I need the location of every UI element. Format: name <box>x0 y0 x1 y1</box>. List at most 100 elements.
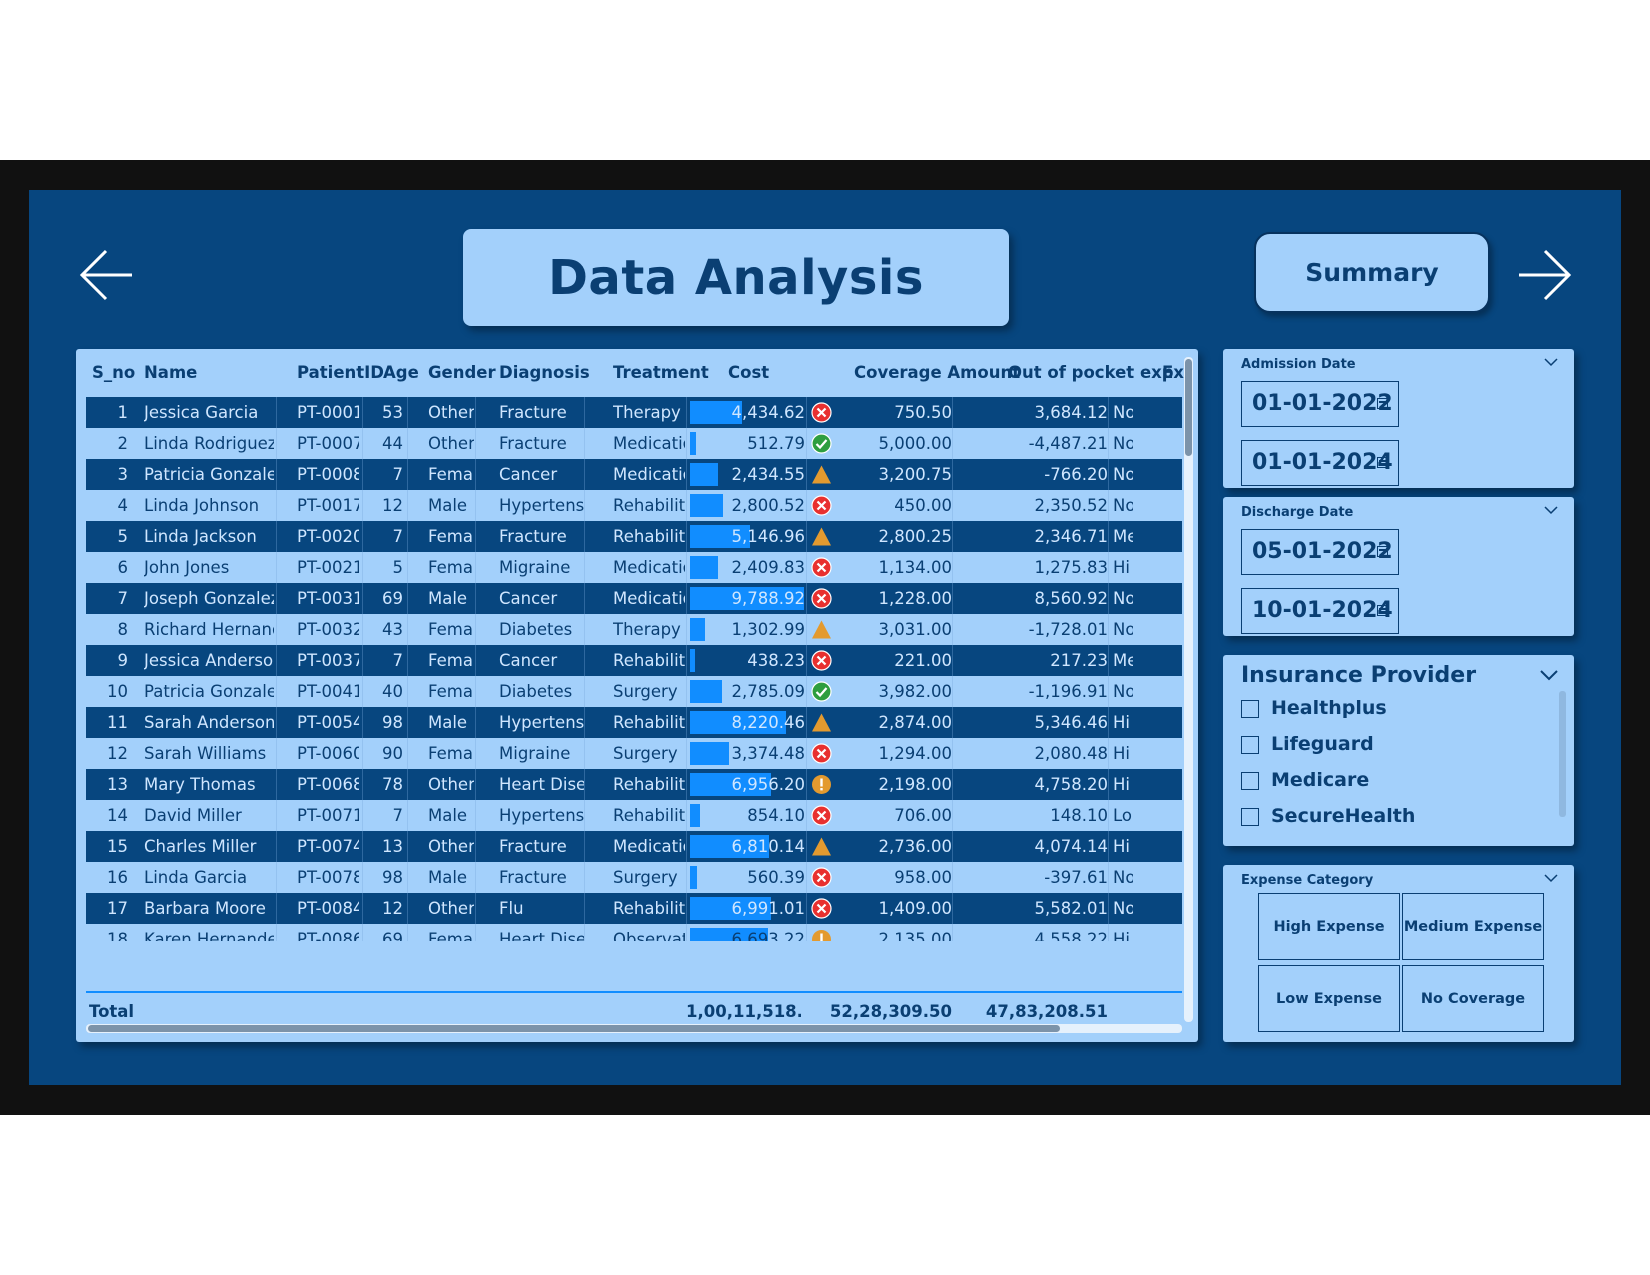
vertical-scrollbar[interactable] <box>1184 357 1193 1022</box>
column-separator <box>952 893 953 924</box>
column-separator <box>276 645 277 676</box>
table-row[interactable]: 3 Patricia Gonzalez PT-0008 7 Female Cancer Me… <box>86 459 1182 490</box>
cell-out-of-pocket: 4,558.22 <box>1034 930 1108 941</box>
column-separator <box>276 614 277 645</box>
cell-patient-id: PT-0037 <box>297 651 359 670</box>
column-header-patientid[interactable]: PatientID <box>297 363 384 382</box>
expense-tile-high[interactable]: High Expense <box>1258 893 1400 960</box>
cell-age: 40 <box>382 682 403 701</box>
column-header-coverage[interactable]: Coverage Amount <box>854 363 1020 382</box>
chevron-down-icon[interactable] <box>1540 669 1558 681</box>
column-separator <box>407 707 408 738</box>
total-label: Total <box>89 1002 135 1021</box>
table-row[interactable]: 5 Linda Jackson PT-0020 7 Female Fracture Reha… <box>86 521 1182 552</box>
table-row[interactable]: 14 David Miller PT-0071 7 Male Hypertension Re… <box>86 800 1182 831</box>
calendar-icon[interactable] <box>1377 546 1388 557</box>
cell-gender: Female <box>428 682 474 701</box>
cell-sno: 10 <box>107 682 128 701</box>
column-header-age[interactable]: Age <box>383 363 419 382</box>
insurance-scrollbar[interactable] <box>1559 691 1566 817</box>
expense-tile-no-coverage[interactable]: No Coverage <box>1402 965 1544 1032</box>
insurance-option-label: SecureHealth <box>1271 805 1416 827</box>
table-row[interactable]: 9 Jessica Anderson PT-0037 7 Female Cancer Reh… <box>86 645 1182 676</box>
table-row[interactable]: 6 John Jones PT-0021 5 Female Migraine Medicat… <box>86 552 1182 583</box>
cell-sno: 6 <box>117 558 129 577</box>
expense-tile-medium[interactable]: Medium Expense <box>1402 893 1544 960</box>
column-separator <box>1108 862 1109 893</box>
chevron-down-icon[interactable] <box>1544 505 1558 515</box>
horizontal-scroll-thumb[interactable] <box>88 1025 1060 1032</box>
column-separator <box>276 428 277 459</box>
error-x-icon <box>811 495 832 516</box>
table-row[interactable]: 13 Mary Thomas PT-0068 78 Other Heart Disease… <box>86 769 1182 800</box>
table-row[interactable]: 4 Linda Johnson PT-0017 12 Male Hypertension R… <box>86 490 1182 521</box>
column-separator <box>806 552 807 583</box>
column-separator <box>584 645 585 676</box>
cell-patient-id: PT-0068 <box>297 775 359 794</box>
column-separator <box>276 583 277 614</box>
admission-date-title: Admission Date <box>1241 357 1356 372</box>
error-x-icon <box>811 588 832 609</box>
arrow-left-icon[interactable] <box>76 245 136 305</box>
column-separator <box>1108 552 1109 583</box>
column-header-cost[interactable]: Cost <box>728 363 769 382</box>
column-header-oop[interactable]: Out of pocket exp <box>1008 363 1174 382</box>
expense-category-title: Expense Category <box>1241 873 1374 888</box>
column-separator <box>806 862 807 893</box>
table-row[interactable]: 17 Barbara Moore PT-0084 12 Other Flu Rehabili… <box>86 893 1182 924</box>
table-row[interactable]: 12 Sarah Williams PT-0060 90 Female Migraine S… <box>86 738 1182 769</box>
column-separator <box>584 893 585 924</box>
calendar-icon[interactable] <box>1377 605 1388 616</box>
discharge-end-date-input[interactable]: 10-01-2024 <box>1241 588 1399 634</box>
cell-patient-id: PT-0086 <box>297 930 359 941</box>
column-header-treatment[interactable]: Treatment <box>613 363 709 382</box>
column-separator <box>407 893 408 924</box>
cell-expense-category: Hi <box>1113 837 1130 856</box>
column-separator <box>584 490 585 521</box>
checkbox[interactable] <box>1241 736 1259 754</box>
checkbox[interactable] <box>1241 808 1259 826</box>
arrow-right-icon[interactable] <box>1515 245 1575 305</box>
column-separator <box>362 428 363 459</box>
cell-expense-category: Hi <box>1113 775 1130 794</box>
check-circle-icon <box>811 433 832 454</box>
calendar-icon[interactable] <box>1377 457 1388 468</box>
table-row[interactable]: 2 Linda Rodriguez PT-0007 44 Other Fracture Me… <box>86 428 1182 459</box>
column-separator <box>952 583 953 614</box>
column-header-ex[interactable]: Ex <box>1162 363 1184 382</box>
checkbox[interactable] <box>1241 700 1259 718</box>
table-row[interactable]: 7 Joseph Gonzalez PT-0031 69 Male Cancer Medic… <box>86 583 1182 614</box>
cell-out-of-pocket: 2,080.48 <box>1034 744 1108 763</box>
table-row[interactable]: 15 Charles Miller PT-0074 13 Other Fracture Me… <box>86 831 1182 862</box>
error-x-icon <box>811 867 832 888</box>
column-separator <box>475 521 476 552</box>
error-x-icon <box>811 650 832 671</box>
expense-tile-low[interactable]: Low Expense <box>1258 965 1400 1032</box>
table-row[interactable]: 8 Richard Hernandez PT-0032 43 Female Diabete… <box>86 614 1182 645</box>
chevron-down-icon[interactable] <box>1544 357 1558 367</box>
vertical-scroll-thumb[interactable] <box>1185 359 1192 456</box>
cell-age: 7 <box>392 465 404 484</box>
column-separator <box>407 738 408 769</box>
column-separator <box>475 924 476 941</box>
table-header: S_no Name PatientID Age Gender Diagnosis… <box>76 349 1184 397</box>
column-header-gender[interactable]: Gender <box>428 363 496 382</box>
column-header-diagnosis[interactable]: Diagnosis <box>499 363 590 382</box>
summary-button[interactable]: Summary <box>1254 232 1490 313</box>
chevron-down-icon[interactable] <box>1544 873 1558 883</box>
admission-start-date-input[interactable]: 01-01-2022 <box>1241 381 1399 427</box>
table-row[interactable]: 18 Karen Hernandez PT-0086 69 Female Heart Di… <box>86 924 1182 941</box>
admission-end-date-input[interactable]: 01-01-2024 <box>1241 440 1399 486</box>
cost-value: 854.10 <box>747 806 805 825</box>
column-header-sno[interactable]: S_no <box>92 363 135 382</box>
calendar-icon[interactable] <box>1377 398 1388 409</box>
table-row[interactable]: 11 Sarah Anderson PT-0054 98 Male Hypertensio… <box>86 707 1182 738</box>
column-header-name[interactable]: Name <box>144 363 197 382</box>
table-row[interactable]: 10 Patricia Gonzalez PT-0041 40 Female Diabet… <box>86 676 1182 707</box>
discharge-start-date-input[interactable]: 05-01-2022 <box>1241 529 1399 575</box>
total-coverage: 52,28,309.50 <box>829 1002 952 1021</box>
table-row[interactable]: 1 Jessica Garcia PT-0001 53 Other Fracture The… <box>86 397 1182 428</box>
column-separator <box>806 738 807 769</box>
checkbox[interactable] <box>1241 772 1259 790</box>
table-row[interactable]: 16 Linda Garcia PT-0078 98 Male Fracture Surge… <box>86 862 1182 893</box>
